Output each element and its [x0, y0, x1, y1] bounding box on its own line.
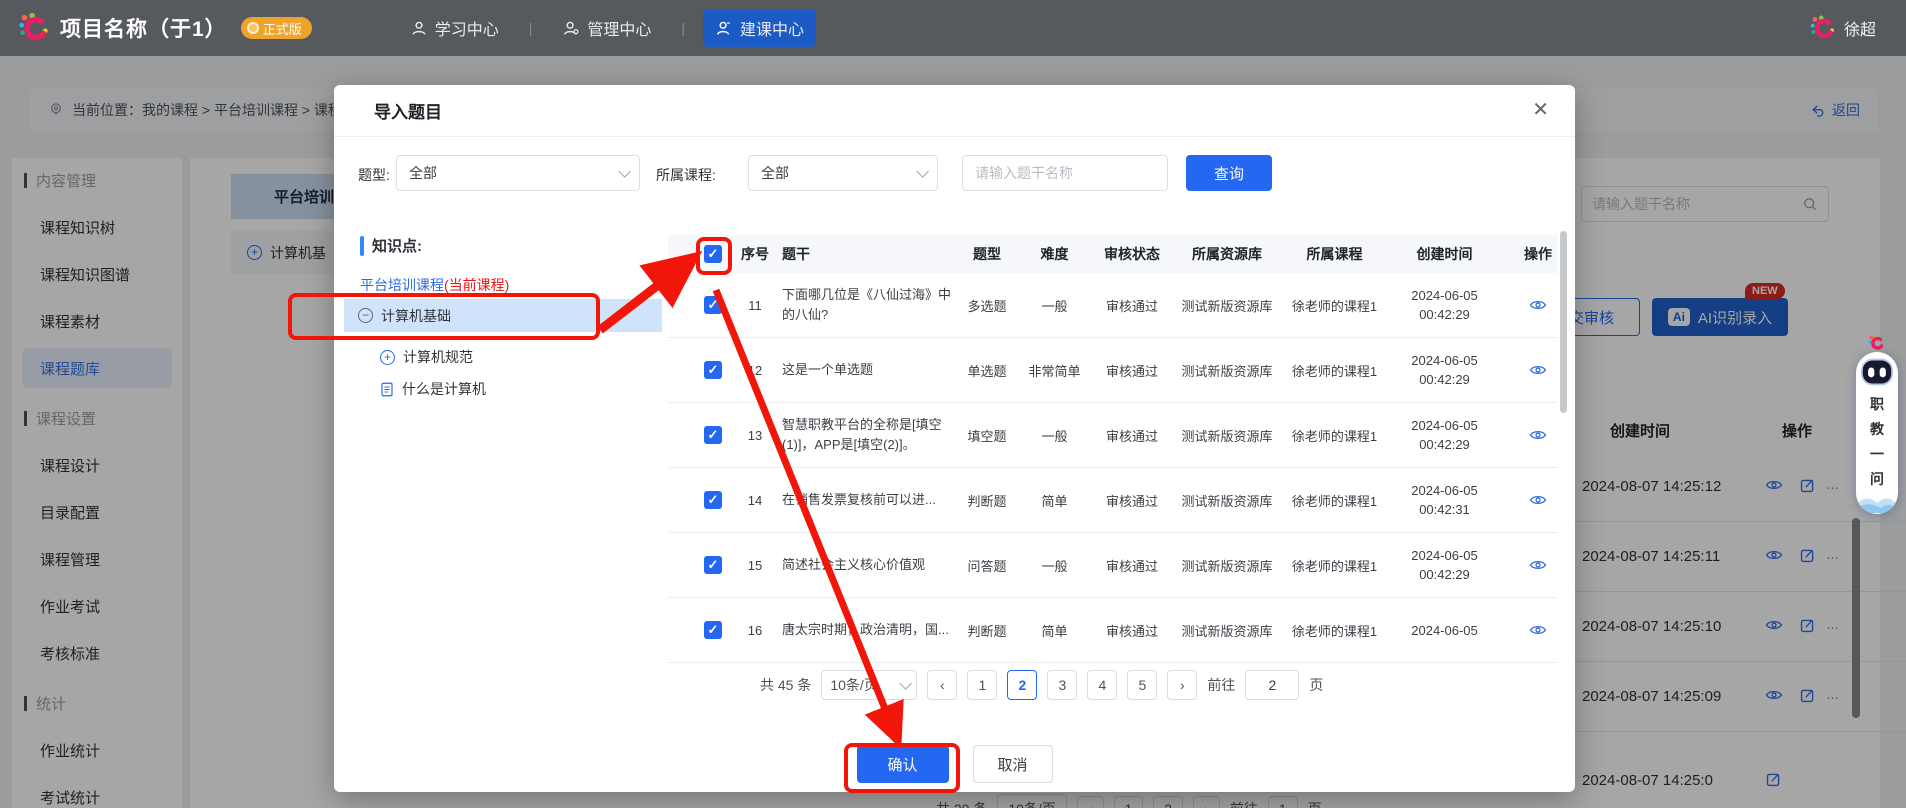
modal-question-table: 序号 题干 题型 难度 审核状态 所属资源库 所属课程 创建时间 操作 11 下… — [668, 235, 1557, 665]
table-row: 13 智慧职教平台的全称是[填空(1)]，APP是[填空(2)]。 填空题 一般… — [668, 403, 1557, 468]
tree-course-link[interactable]: 平台培训课程(当前课程) — [360, 275, 509, 295]
username[interactable]: 徐超 — [1844, 16, 1876, 40]
search-button[interactable]: 查询 — [1186, 155, 1272, 191]
row-checkbox[interactable] — [704, 426, 722, 444]
app-title: 项目名称（于1） — [60, 18, 227, 41]
tree-node-child[interactable]: 什么是计算机 — [380, 379, 486, 399]
modal-title: 导入题目 — [374, 103, 442, 122]
goto-label: 前往 — [1207, 677, 1236, 693]
cancel-button[interactable]: 取消 — [972, 745, 1053, 783]
tree-node-child[interactable]: + 计算机规范 — [380, 347, 473, 367]
course-filter-label: 所属课程: — [656, 167, 716, 183]
row-checkbox[interactable] — [704, 556, 722, 574]
section-bar — [360, 235, 364, 256]
plus-circle-icon[interactable]: + — [380, 349, 395, 365]
app-logo-icon — [16, 11, 50, 45]
assistant-widget[interactable]: 职 教 一 问 — [1856, 352, 1898, 514]
modal-scrollbar-thumb[interactable] — [1560, 231, 1567, 413]
page-button-4[interactable]: 4 — [1087, 670, 1118, 700]
tree-node-selected[interactable]: − 计算机基础 — [344, 299, 662, 332]
page-button-5[interactable]: 5 — [1127, 670, 1158, 700]
chevron-down-icon — [618, 164, 631, 178]
page-button-3[interactable]: 3 — [1047, 670, 1078, 700]
version-badge: 正式版 — [240, 17, 312, 39]
table-row: 12 这是一个单选题 单选题 非常简单 审核通过 测试新版资源库 徐老师的课程1… — [668, 338, 1557, 403]
eye-icon[interactable] — [1529, 297, 1547, 313]
nav-build-center[interactable]: 建课中心 — [703, 9, 817, 47]
course-filter-select[interactable]: 全部 — [748, 155, 938, 191]
type-filter-label: 题型: — [358, 167, 390, 183]
page-button-1[interactable]: 1 — [967, 670, 998, 700]
row-checkbox[interactable] — [704, 491, 722, 509]
document-icon — [380, 382, 394, 397]
page-button-2-active[interactable]: 2 — [1007, 670, 1038, 700]
person-gear-icon — [562, 19, 580, 37]
nav-manage-center[interactable]: 管理中心 — [550, 9, 663, 47]
stem-filter-input[interactable] — [962, 155, 1168, 191]
import-questions-modal: 导入题目 ✕ 题型: 全部 所属课程: 全部 查询 知识点: 平台培训课程(当前… — [334, 85, 1575, 792]
table-header-row: 序号 题干 题型 难度 审核状态 所属资源库 所属课程 创建时间 操作 — [668, 235, 1557, 273]
next-page-button[interactable]: › — [1167, 670, 1198, 700]
total-count: 共 45 条 — [760, 677, 812, 693]
chevron-down-icon — [916, 164, 929, 178]
goto-unit: 页 — [1309, 677, 1324, 693]
student-icon — [410, 19, 428, 37]
modal-header: 导入题目 — [334, 85, 1575, 137]
table-row: 16 唐太宗时期，政治清明，国... 判断题 简单 审核通过 测试新版资源库 徐… — [668, 598, 1557, 663]
topbar: 项目名称（于1） 正式版 学习中心 | 管理中心 | 建课中心 徐超 — [0, 0, 1906, 56]
table-body: 11 下面哪几位是《八仙过海》中的八仙? 多选题 一般 审核通过 测试新版资源库… — [668, 273, 1557, 665]
table-row: 15 简述社会主义核心价值观 问答题 一般 审核通过 测试新版资源库 徐老师的课… — [668, 533, 1557, 598]
modal-pagination: 共 45 条 10条/页 ‹ 1 2 3 4 5 › 前往 页 — [760, 670, 1323, 700]
eye-icon[interactable] — [1529, 622, 1547, 638]
eye-icon[interactable] — [1529, 557, 1547, 573]
prev-page-button[interactable]: ‹ — [927, 670, 958, 700]
widget-label: 职 教 一 问 — [1870, 396, 1884, 487]
nav-separator: | — [528, 20, 533, 36]
robot-icon — [1859, 356, 1895, 388]
eye-icon[interactable] — [1529, 362, 1547, 378]
confirm-button[interactable]: 确认 — [856, 745, 949, 783]
modal-footer: 确认 取消 — [334, 745, 1575, 783]
minus-circle-icon[interactable]: − — [358, 308, 373, 323]
nav-separator: | — [681, 20, 686, 36]
chevron-down-icon — [899, 676, 913, 690]
medal-icon — [246, 22, 259, 34]
table-row: 14 在销售发票复核前可以进... 判断题 简单 审核通过 测试新版资源库 徐老… — [668, 468, 1557, 533]
row-checkbox[interactable] — [704, 621, 722, 639]
person-pen-icon — [715, 19, 733, 37]
knowledge-points-header: 知识点: — [360, 235, 422, 256]
row-checkbox[interactable] — [704, 361, 722, 379]
type-filter-select[interactable]: 全部 — [396, 155, 640, 191]
row-checkbox[interactable] — [704, 296, 722, 314]
page-size-select[interactable]: 10条/页 — [821, 670, 918, 700]
user-avatar-logo-icon[interactable] — [1808, 14, 1836, 42]
eye-icon[interactable] — [1529, 427, 1547, 443]
goto-page-input[interactable] — [1245, 670, 1300, 700]
select-all-checkbox[interactable] — [704, 245, 722, 263]
table-row: 11 下面哪几位是《八仙过海》中的八仙? 多选题 一般 审核通过 测试新版资源库… — [668, 273, 1557, 338]
close-icon[interactable]: ✕ — [1532, 100, 1549, 120]
eye-icon[interactable] — [1529, 492, 1547, 508]
nav-learn-center[interactable]: 学习中心 — [398, 9, 511, 47]
